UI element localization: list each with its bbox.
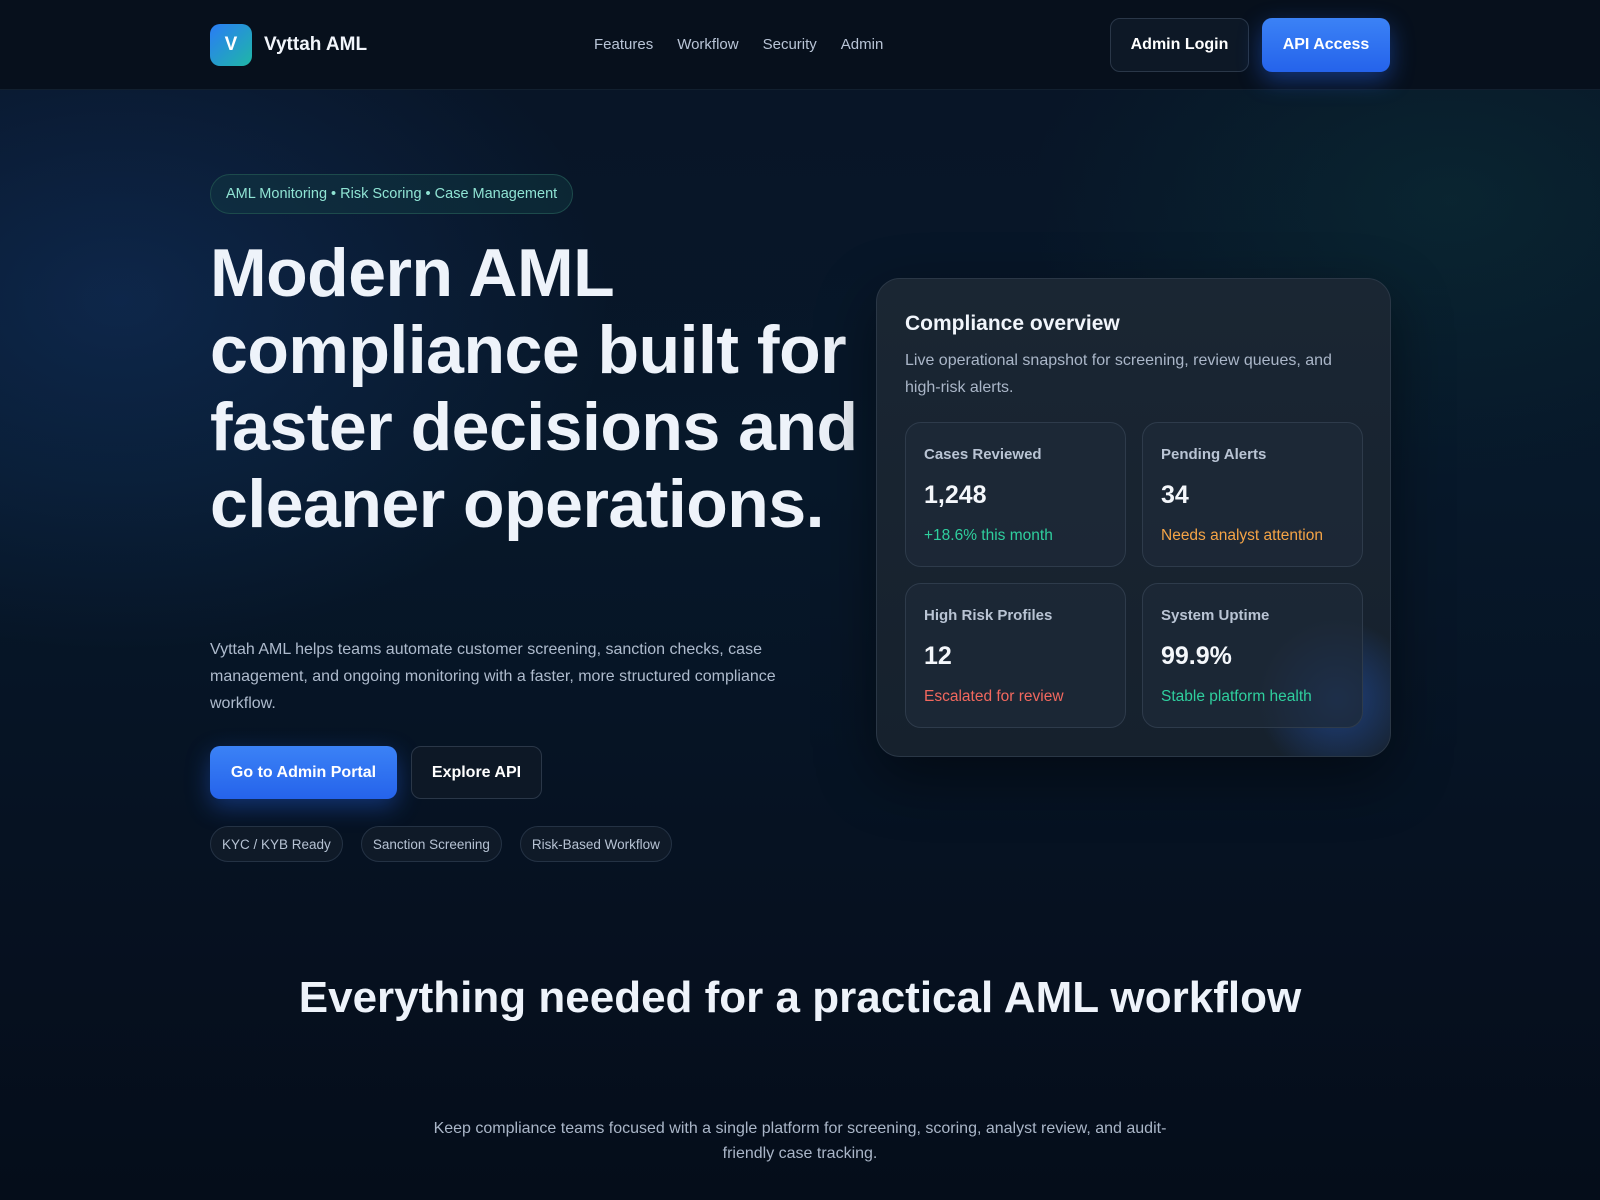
explore-api-button[interactable]: Explore API [411, 746, 542, 799]
stat-label: High Risk Profiles [924, 607, 1053, 624]
feature-pill: AML Monitoring • Risk Scoring • Case Man… [210, 174, 574, 214]
brand-name: Vyttah AML [264, 34, 368, 55]
tag-risk-based-workflow: Risk-Based Workflow [519, 826, 672, 862]
nav-links: Features Workflow Security Admin [594, 36, 883, 53]
stat-value: 99.9% [1161, 642, 1232, 670]
nav-link-workflow[interactable]: Workflow [677, 36, 738, 53]
stat-note: +18.6% this month [924, 527, 1053, 544]
hero-title: Modern AML compliance built for faster d… [210, 235, 858, 542]
nav-link-security[interactable]: Security [763, 36, 817, 53]
stat-note: Escalated for review [924, 688, 1064, 705]
stat-label: Cases Reviewed [924, 446, 1042, 463]
nav-link-features[interactable]: Features [594, 36, 653, 53]
overview-title: Compliance overview [905, 312, 1120, 335]
stat-value: 1,248 [924, 481, 987, 509]
tag-kyc-kyb: KYC / KYB Ready [210, 826, 343, 862]
section-title: Everything needed for a practical AML wo… [298, 973, 1302, 1022]
admin-login-button[interactable]: Admin Login [1110, 18, 1249, 72]
top-nav: V Vyttah AML Features Workflow Security … [0, 0, 1600, 90]
feature-tags: KYC / KYB Ready Sanction Screening Risk-… [210, 826, 672, 862]
brand[interactable]: V Vyttah AML [210, 24, 367, 66]
stat-label: System Uptime [1161, 607, 1270, 624]
stat-value: 12 [924, 642, 952, 670]
stat-high-risk-profiles: High Risk Profiles 12 Escalated for revi… [905, 583, 1126, 728]
hero-description: Vyttah AML helps teams automate customer… [210, 641, 776, 712]
stat-note: Stable platform health [1161, 688, 1312, 705]
stat-pending-alerts: Pending Alerts 34 Needs analyst attentio… [1142, 422, 1363, 567]
go-to-admin-portal-button[interactable]: Go to Admin Portal [210, 746, 397, 799]
stat-cases-reviewed: Cases Reviewed 1,248 +18.6% this month [905, 422, 1126, 567]
stat-value: 34 [1161, 481, 1189, 509]
brand-logo-icon: V [210, 24, 252, 66]
api-access-button[interactable]: API Access [1262, 18, 1390, 72]
overview-subtitle: Live operational snapshot for screening,… [905, 352, 1332, 396]
landing-page: V Vyttah AML Features Workflow Security … [0, 0, 1600, 1200]
stat-label: Pending Alerts [1161, 446, 1267, 463]
tag-sanction-screening: Sanction Screening [360, 826, 502, 862]
compliance-overview-card: Compliance overview Live operational sna… [876, 278, 1391, 757]
nav-link-admin[interactable]: Admin [841, 36, 884, 53]
stat-system-uptime: System Uptime 99.9% Stable platform heal… [1142, 583, 1363, 728]
stat-note: Needs analyst attention [1161, 527, 1323, 544]
section-description: Keep compliance teams focused with a sin… [433, 1120, 1167, 1162]
